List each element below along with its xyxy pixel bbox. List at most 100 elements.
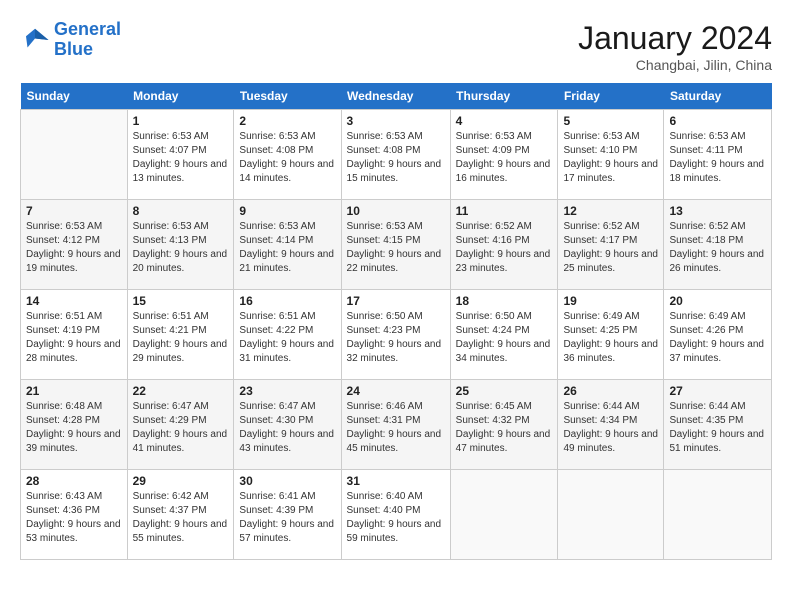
title-block: January 2024 Changbai, Jilin, China — [578, 20, 772, 73]
day-info: Sunrise: 6:53 AMSunset: 4:13 PMDaylight:… — [133, 220, 229, 276]
day-number: 11 — [456, 204, 553, 218]
calendar-cell: 27 Sunrise: 6:44 AMSunset: 4:35 PMDayligh… — [664, 380, 772, 470]
day-number: 13 — [669, 204, 766, 218]
header-saturday: Saturday — [664, 83, 772, 110]
day-number: 18 — [456, 294, 553, 308]
day-info: Sunrise: 6:52 AMSunset: 4:16 PMDaylight:… — [456, 220, 553, 276]
day-number: 28 — [26, 474, 122, 488]
day-number: 12 — [563, 204, 658, 218]
day-number: 7 — [26, 204, 122, 218]
calendar-cell — [558, 470, 664, 560]
day-number: 8 — [133, 204, 229, 218]
day-info: Sunrise: 6:47 AMSunset: 4:30 PMDaylight:… — [239, 400, 335, 456]
calendar-cell — [664, 470, 772, 560]
header-wednesday: Wednesday — [341, 83, 450, 110]
calendar-cell: 4 Sunrise: 6:53 AMSunset: 4:09 PMDaylight… — [450, 110, 558, 200]
day-number: 17 — [347, 294, 445, 308]
day-info: Sunrise: 6:51 AMSunset: 4:22 PMDaylight:… — [239, 310, 335, 366]
day-info: Sunrise: 6:51 AMSunset: 4:21 PMDaylight:… — [133, 310, 229, 366]
day-info: Sunrise: 6:53 AMSunset: 4:08 PMDaylight:… — [239, 130, 335, 186]
day-info: Sunrise: 6:41 AMSunset: 4:39 PMDaylight:… — [239, 490, 335, 546]
calendar-cell: 8 Sunrise: 6:53 AMSunset: 4:13 PMDaylight… — [127, 200, 234, 290]
day-info: Sunrise: 6:42 AMSunset: 4:37 PMDaylight:… — [133, 490, 229, 546]
calendar-week-row: 21 Sunrise: 6:48 AMSunset: 4:28 PMDayligh… — [21, 380, 772, 470]
day-info: Sunrise: 6:52 AMSunset: 4:18 PMDaylight:… — [669, 220, 766, 276]
calendar-week-row: 7 Sunrise: 6:53 AMSunset: 4:12 PMDaylight… — [21, 200, 772, 290]
day-info: Sunrise: 6:52 AMSunset: 4:17 PMDaylight:… — [563, 220, 658, 276]
day-number: 14 — [26, 294, 122, 308]
calendar-cell: 6 Sunrise: 6:53 AMSunset: 4:11 PMDaylight… — [664, 110, 772, 200]
day-number: 23 — [239, 384, 335, 398]
calendar-cell: 16Sunrise: 6:51 AMSunset: 4:22 PMDayligh… — [234, 290, 341, 380]
day-info: Sunrise: 6:48 AMSunset: 4:28 PMDaylight:… — [26, 400, 122, 456]
logo-text: General Blue — [54, 20, 121, 60]
day-info: Sunrise: 6:53 AMSunset: 4:07 PMDaylight:… — [133, 130, 229, 186]
day-info: Sunrise: 6:53 AMSunset: 4:09 PMDaylight:… — [456, 130, 553, 186]
day-number: 19 — [563, 294, 658, 308]
day-info: Sunrise: 6:49 AMSunset: 4:26 PMDaylight:… — [669, 310, 766, 366]
calendar-cell: 9 Sunrise: 6:53 AMSunset: 4:14 PMDaylight… — [234, 200, 341, 290]
day-number: 24 — [347, 384, 445, 398]
calendar-cell: 10 Sunrise: 6:53 AMSunset: 4:15 PMDayligh… — [341, 200, 450, 290]
day-number: 9 — [239, 204, 335, 218]
calendar-cell: 7 Sunrise: 6:53 AMSunset: 4:12 PMDaylight… — [21, 200, 128, 290]
calendar-cell: 22 Sunrise: 6:47 AMSunset: 4:29 PMDayligh… — [127, 380, 234, 470]
location-subtitle: Changbai, Jilin, China — [578, 57, 772, 73]
day-number: 4 — [456, 114, 553, 128]
page-header: General Blue January 2024 Changbai, Jili… — [20, 20, 772, 73]
calendar-cell: 3Sunrise: 6:53 AMSunset: 4:08 PMDaylight… — [341, 110, 450, 200]
calendar-cell: 13 Sunrise: 6:52 AMSunset: 4:18 PMDayligh… — [664, 200, 772, 290]
calendar-cell: 24 Sunrise: 6:46 AMSunset: 4:31 PMDayligh… — [341, 380, 450, 470]
header-thursday: Thursday — [450, 83, 558, 110]
calendar-cell: 23 Sunrise: 6:47 AMSunset: 4:30 PMDayligh… — [234, 380, 341, 470]
logo-icon — [20, 25, 50, 55]
day-number: 27 — [669, 384, 766, 398]
header-friday: Friday — [558, 83, 664, 110]
day-info: Sunrise: 6:51 AMSunset: 4:19 PMDaylight:… — [26, 310, 122, 366]
calendar-cell — [21, 110, 128, 200]
day-info: Sunrise: 6:45 AMSunset: 4:32 PMDaylight:… — [456, 400, 553, 456]
day-info: Sunrise: 6:44 AMSunset: 4:35 PMDaylight:… — [669, 400, 766, 456]
day-info: Sunrise: 6:53 AMSunset: 4:15 PMDaylight:… — [347, 220, 445, 276]
day-info: Sunrise: 6:46 AMSunset: 4:31 PMDaylight:… — [347, 400, 445, 456]
calendar-cell: 5 Sunrise: 6:53 AMSunset: 4:10 PMDaylight… — [558, 110, 664, 200]
day-number: 3 — [347, 114, 445, 128]
day-number: 10 — [347, 204, 445, 218]
calendar-cell: 31 Sunrise: 6:40 AMSunset: 4:40 PMDayligh… — [341, 470, 450, 560]
calendar-cell: 2Sunrise: 6:53 AMSunset: 4:08 PMDaylight… — [234, 110, 341, 200]
day-number: 6 — [669, 114, 766, 128]
day-number: 15 — [133, 294, 229, 308]
day-info: Sunrise: 6:53 AMSunset: 4:12 PMDaylight:… — [26, 220, 122, 276]
day-info: Sunrise: 6:47 AMSunset: 4:29 PMDaylight:… — [133, 400, 229, 456]
day-info: Sunrise: 6:53 AMSunset: 4:10 PMDaylight:… — [563, 130, 658, 186]
day-number: 20 — [669, 294, 766, 308]
day-info: Sunrise: 6:49 AMSunset: 4:25 PMDaylight:… — [563, 310, 658, 366]
calendar-cell: 20 Sunrise: 6:49 AMSunset: 4:26 PMDayligh… — [664, 290, 772, 380]
calendar-cell: 28Sunrise: 6:43 AMSunset: 4:36 PMDayligh… — [21, 470, 128, 560]
day-info: Sunrise: 6:53 AMSunset: 4:14 PMDaylight:… — [239, 220, 335, 276]
calendar-cell: 18 Sunrise: 6:50 AMSunset: 4:24 PMDayligh… — [450, 290, 558, 380]
calendar-cell: 12 Sunrise: 6:52 AMSunset: 4:17 PMDayligh… — [558, 200, 664, 290]
day-number: 21 — [26, 384, 122, 398]
calendar-cell: 25 Sunrise: 6:45 AMSunset: 4:32 PMDayligh… — [450, 380, 558, 470]
calendar-cell: 15 Sunrise: 6:51 AMSunset: 4:21 PMDayligh… — [127, 290, 234, 380]
day-number: 1 — [133, 114, 229, 128]
calendar-cell — [450, 470, 558, 560]
day-number: 29 — [133, 474, 229, 488]
day-number: 22 — [133, 384, 229, 398]
day-number: 30 — [239, 474, 335, 488]
day-info: Sunrise: 6:50 AMSunset: 4:23 PMDaylight:… — [347, 310, 445, 366]
calendar-week-row: 1 Sunrise: 6:53 AMSunset: 4:07 PMDaylight… — [21, 110, 772, 200]
day-info: Sunrise: 6:50 AMSunset: 4:24 PMDaylight:… — [456, 310, 553, 366]
calendar-table: SundayMondayTuesdayWednesdayThursdayFrid… — [20, 83, 772, 560]
calendar-cell: 14 Sunrise: 6:51 AMSunset: 4:19 PMDayligh… — [21, 290, 128, 380]
day-number: 5 — [563, 114, 658, 128]
day-number: 31 — [347, 474, 445, 488]
calendar-cell: 11 Sunrise: 6:52 AMSunset: 4:16 PMDayligh… — [450, 200, 558, 290]
calendar-cell: 19 Sunrise: 6:49 AMSunset: 4:25 PMDayligh… — [558, 290, 664, 380]
calendar-cell: 26Sunrise: 6:44 AMSunset: 4:34 PMDayligh… — [558, 380, 664, 470]
day-info: Sunrise: 6:53 AMSunset: 4:11 PMDaylight:… — [669, 130, 766, 186]
day-number: 25 — [456, 384, 553, 398]
day-info: Sunrise: 6:40 AMSunset: 4:40 PMDaylight:… — [347, 490, 445, 546]
header-monday: Monday — [127, 83, 234, 110]
